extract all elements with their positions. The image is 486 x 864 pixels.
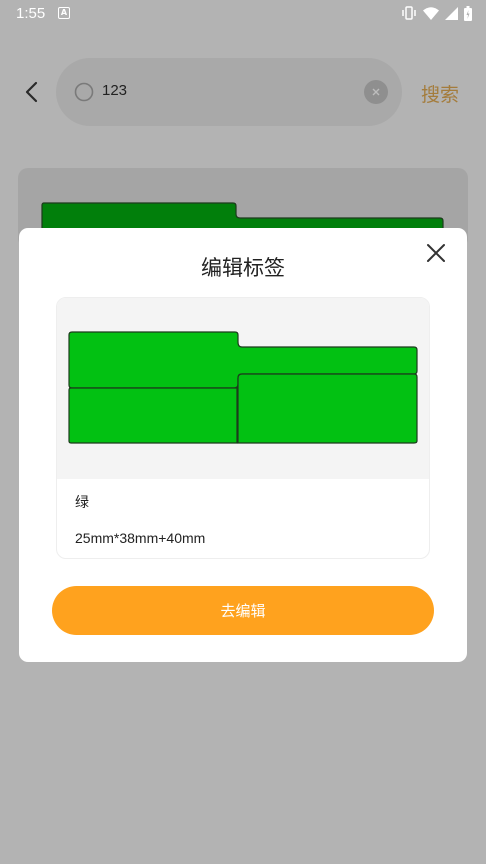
vibrate-icon — [402, 6, 416, 20]
close-icon[interactable] — [425, 242, 447, 264]
clear-search-button[interactable] — [364, 80, 388, 104]
signal-icon — [445, 6, 458, 20]
label-card[interactable]: 绿 25mm*38mm+40mm — [56, 297, 430, 559]
label-size: 25mm*38mm+40mm — [75, 530, 206, 546]
label-shape — [68, 331, 418, 444]
go-edit-button[interactable]: 去编辑 — [52, 586, 434, 635]
app-notification-icon: A — [58, 7, 70, 19]
battery-icon — [464, 5, 472, 21]
label-preview — [57, 298, 429, 479]
status-time: 1:55 — [16, 5, 46, 22]
back-arrow-icon[interactable] — [22, 80, 42, 104]
label-name: 绿 — [75, 495, 89, 511]
search-input[interactable]: 123 — [102, 82, 127, 99]
clear-icon — [372, 88, 380, 96]
status-icons — [401, 5, 472, 21]
search-box[interactable]: 123 — [56, 58, 402, 126]
edit-label-dialog: 编辑标签 绿 25mm*38mm+40mm 去编辑 — [19, 228, 467, 662]
dialog-title: 编辑标签 — [201, 256, 285, 280]
wifi-icon — [423, 6, 439, 20]
status-bar: 1:55 A — [0, 0, 486, 28]
search-button[interactable]: 搜索 — [421, 80, 459, 107]
search-icon — [74, 82, 94, 102]
